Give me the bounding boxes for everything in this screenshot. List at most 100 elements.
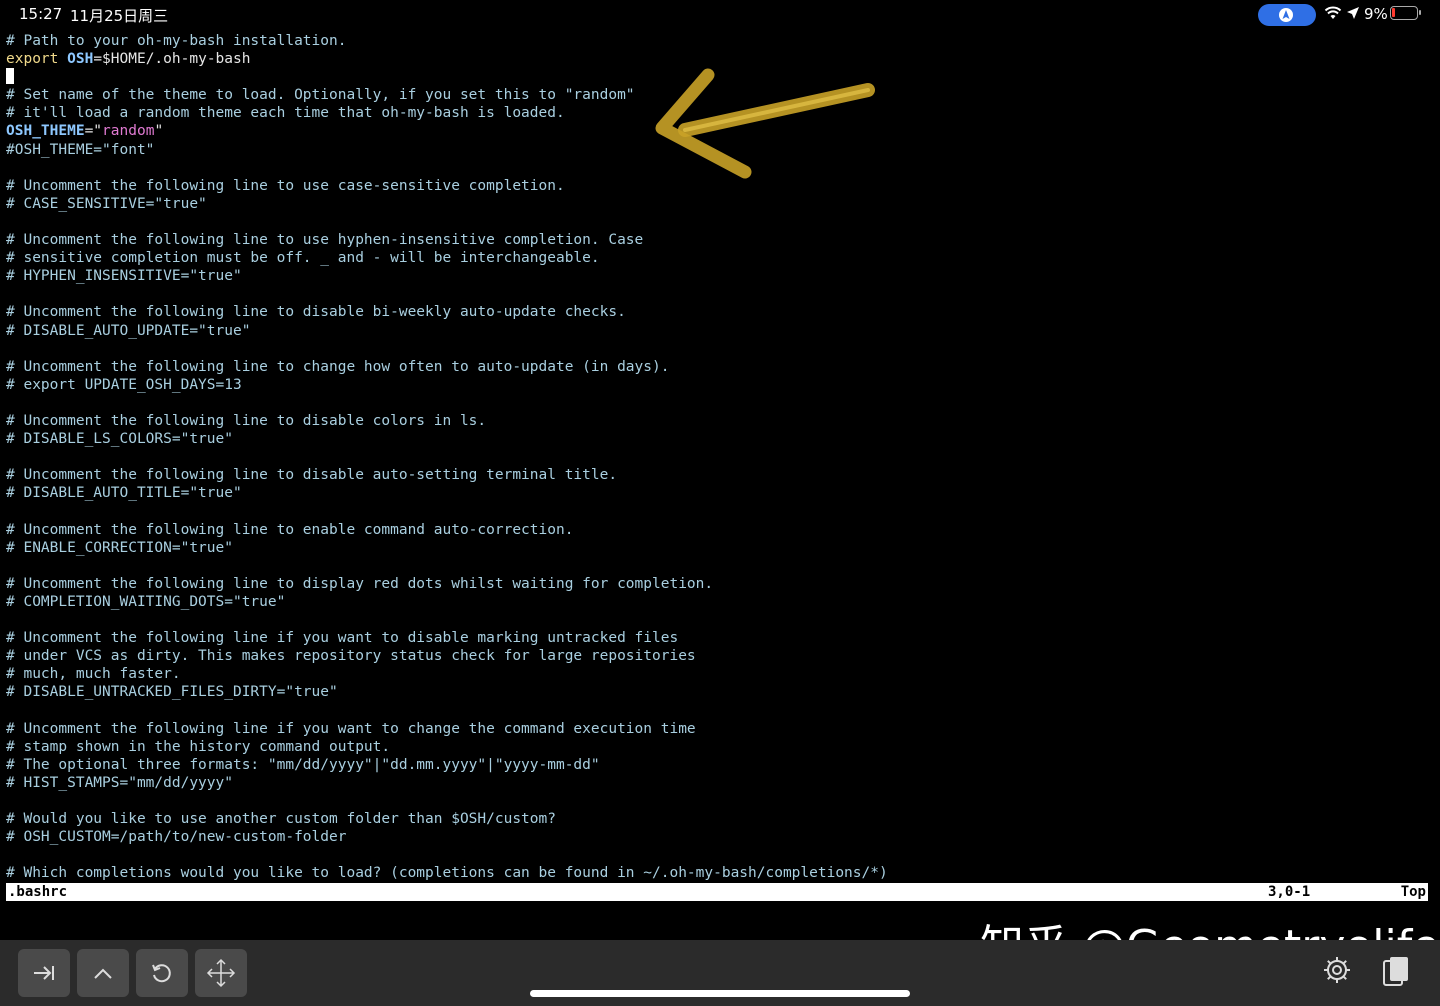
clipboard-icon[interactable] [1382,955,1410,987]
vim-cursor-position: 3,0-1 [1268,884,1311,900]
home-indicator[interactable] [530,990,910,997]
vim-scroll-indicator: Top [1400,884,1426,900]
gear-icon[interactable] [1322,955,1352,985]
terminal-text: # Uncomment the following line to disabl… [6,304,626,321]
terminal-line: # HIST_STAMPS="mm/dd/yyyy" [6,774,1434,792]
status-bar: 15:27 11月25日周三 9% [0,0,1440,30]
terminal-line: # DISABLE_LS_COLORS="true" [6,430,1434,448]
terminal-line: # under VCS as dirty. This makes reposit… [6,647,1434,665]
terminal-text: random [102,123,155,140]
terminal-text: # under VCS as dirty. This makes reposit… [6,648,696,665]
terminal-line: # ENABLE_CORRECTION="true" [6,539,1434,557]
terminal-line: # sensitive completion must be off. _ an… [6,249,1434,267]
terminal-line: # Would you like to use another custom f… [6,810,1434,828]
terminal-line: # CASE_SENSITIVE="true" [6,195,1434,213]
terminal-text: # sensitive completion must be off. _ an… [6,250,600,267]
status-time: 15:27 [19,5,63,23]
terminal-text: #OSH_THEME="font" [6,141,155,158]
terminal-text: # Uncomment the following line to disabl… [6,412,487,429]
terminal-text: # Uncomment the following line if you wa… [6,630,679,647]
terminal-text: # much, much faster. [6,666,181,683]
terminal-text: # OSH_CUSTOM=/path/to/new-custom-folder [6,829,347,846]
terminal-line: # Uncomment the following line to use hy… [6,231,1434,249]
move-arrows-icon [206,958,236,988]
terminal-text: # DISABLE_LS_COLORS="true" [6,431,233,448]
tab-key-button[interactable] [18,949,70,997]
terminal-line: # Which completions would you like to lo… [6,864,1434,882]
terminal-line: # Uncomment the following line to disabl… [6,466,1434,484]
terminal-line: # DISABLE_AUTO_UPDATE="true" [6,322,1434,340]
navigation-icon [1279,8,1293,22]
terminal-line: # The optional three formats: "mm/dd/yyy… [6,756,1434,774]
text-cursor [6,68,14,85]
terminal-text: # Path to your oh-my-bash installation. [6,33,347,49]
terminal-line: # Path to your oh-my-bash installation. [6,32,1434,50]
terminal-line: # much, much faster. [6,665,1434,683]
ctrl-key-button[interactable] [77,949,129,997]
terminal-line: # Uncomment the following line to enable… [6,521,1434,539]
terminal-line: # OSH_CUSTOM=/path/to/new-custom-folder [6,828,1434,846]
terminal-line: # Uncomment the following line if you wa… [6,720,1434,738]
terminal-text: # Uncomment the following line to displa… [6,575,714,592]
terminal-text: # Which completions would you like to lo… [6,865,888,882]
terminal-line: # Uncomment the following line to disabl… [6,303,1434,321]
wifi-icon [1324,6,1342,19]
keyboard-toolbar [0,940,1440,1006]
terminal-text: # COMPLETION_WAITING_DOTS="true" [6,593,286,610]
terminal-text: # DISABLE_AUTO_UPDATE="true" [6,322,251,339]
terminal-line: # export UPDATE_OSH_DAYS=13 [6,376,1434,394]
terminal-line: # HYPHEN_INSENSITIVE="true" [6,267,1434,285]
terminal-text: # HIST_STAMPS="mm/dd/yyyy" [6,774,233,791]
terminal-text: # DISABLE_AUTO_TITLE="true" [6,485,242,502]
refresh-button[interactable] [136,949,188,997]
terminal-text: # Uncomment the following line to enable… [6,521,574,538]
terminal-line: # stamp shown in the history command out… [6,738,1434,756]
terminal-text: =" [84,123,103,140]
terminal-text: =$HOME/.oh-my-bash [93,51,251,68]
terminal-line: # DISABLE_AUTO_TITLE="true" [6,484,1434,502]
terminal-text: # DISABLE_UNTRACKED_FILES_DIRTY="true" [6,684,338,701]
location-icon [1347,7,1359,19]
terminal-text: # HYPHEN_INSENSITIVE="true" [6,268,242,285]
terminal-text: # stamp shown in the history command out… [6,738,391,755]
terminal-text: " [154,123,164,140]
move-button[interactable] [195,949,247,997]
navigation-pill[interactable] [1258,4,1316,26]
battery-icon [1390,6,1421,20]
vim-filename: .bashrc [8,884,68,900]
terminal-text: # Set name of the theme to load. Optiona… [6,87,635,104]
rotate-icon [152,964,171,983]
terminal-text: # Uncomment the following line if you wa… [6,720,696,737]
terminal-text: # Uncomment the following line to use ca… [6,177,565,194]
terminal-text: OSH [67,51,94,68]
terminal-line: # Uncomment the following line to displa… [6,575,1434,593]
tab-arrow-icon [34,966,54,980]
terminal-text: export [6,51,59,68]
terminal-text: # CASE_SENSITIVE="true" [6,195,207,212]
terminal-text: # The optional three formats: "mm/dd/yyy… [6,756,600,773]
terminal-line: # Uncomment the following line to change… [6,358,1434,376]
status-date: 11月25日周三 [70,7,169,25]
terminal-text: # ENABLE_CORRECTION="true" [6,539,233,556]
terminal-line: # COMPLETION_WAITING_DOTS="true" [6,593,1434,611]
caret-up-icon [94,968,112,979]
terminal-text: OSH_THEME [6,123,85,140]
terminal-text: # Would you like to use another custom f… [6,811,556,828]
terminal-line: # DISABLE_UNTRACKED_FILES_DIRTY="true" [6,683,1434,701]
terminal-text: # export UPDATE_OSH_DAYS=13 [6,376,242,393]
terminal-text: # Uncomment the following line to use hy… [6,232,644,249]
terminal-text: # Uncomment the following line to change… [6,358,670,375]
terminal-line: # Uncomment the following line to disabl… [6,412,1434,430]
